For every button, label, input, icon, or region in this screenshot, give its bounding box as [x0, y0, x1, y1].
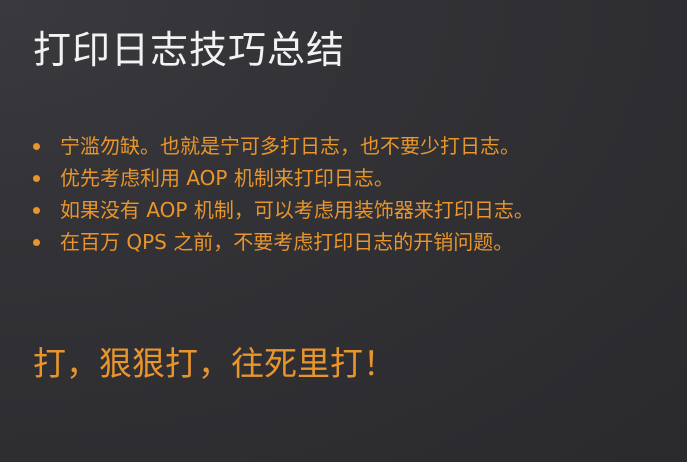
bullet-dot-icon	[33, 174, 40, 182]
slide: 打印日志技巧总结 宁滥勿缺。也就是宁可多打日志，也不要少打日志。 优先考虑利用 …	[0, 0, 687, 462]
bullet-item: 在百万 QPS 之前，不要考虑打印日志的开销问题。	[33, 226, 673, 258]
slide-tagline: 打，狠狠打，往死里打！	[33, 344, 396, 383]
bullet-item: 优先考虑利用 AOP 机制来打印日志。	[33, 162, 673, 194]
bullet-text: 如果没有 AOP 机制，可以考虑用装饰器来打印日志。	[60, 198, 534, 222]
bullet-dot-icon	[33, 238, 40, 246]
bullet-item: 宁滥勿缺。也就是宁可多打日志，也不要少打日志。	[33, 130, 673, 162]
bullet-text: 宁滥勿缺。也就是宁可多打日志，也不要少打日志。	[60, 134, 520, 158]
bullet-text: 优先考虑利用 AOP 机制来打印日志。	[60, 166, 394, 190]
bullet-item: 如果没有 AOP 机制，可以考虑用装饰器来打印日志。	[33, 194, 673, 226]
slide-title: 打印日志技巧总结	[33, 28, 346, 72]
bullet-text: 在百万 QPS 之前，不要考虑打印日志的开销问题。	[60, 230, 514, 254]
bullet-dot-icon	[33, 142, 40, 150]
bullet-list: 宁滥勿缺。也就是宁可多打日志，也不要少打日志。 优先考虑利用 AOP 机制来打印…	[33, 130, 673, 258]
bullet-dot-icon	[33, 206, 40, 214]
